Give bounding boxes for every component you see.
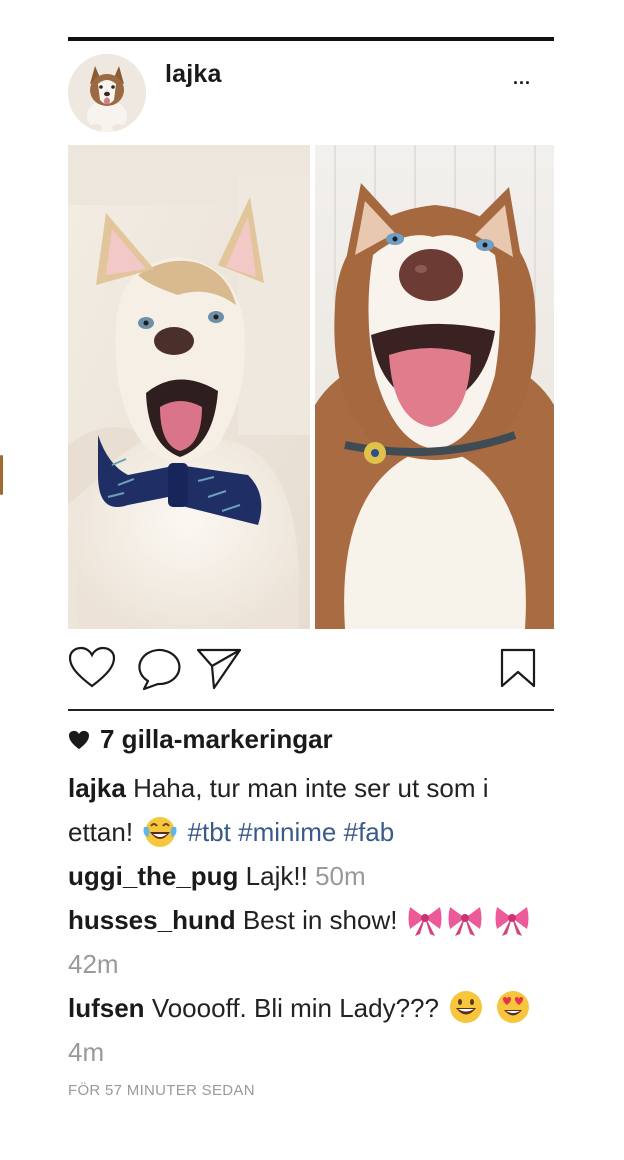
comment-text: Best in show!: [242, 905, 398, 935]
hashtag-tbt[interactable]: #tbt: [188, 817, 231, 847]
comment-text: Lajk!!: [245, 861, 308, 891]
comment-author[interactable]: uggi_the_pug: [68, 861, 238, 891]
ribbon-bow-icon: [408, 907, 442, 936]
ribbon-bow-icon: [448, 907, 482, 936]
adult-husky-photo-image: [315, 145, 554, 629]
more-options-button[interactable]: ...: [513, 68, 531, 89]
hashtag-minime[interactable]: #minime: [238, 817, 336, 847]
save-button[interactable]: [500, 648, 536, 688]
puppy-photo-image: [68, 145, 310, 629]
comment-time: 4m: [68, 1037, 105, 1067]
hashtag-fab[interactable]: #fab: [344, 817, 395, 847]
bookmark-icon: [500, 648, 536, 688]
heart-filled-icon: [69, 730, 89, 749]
grinning-face-icon: [450, 991, 483, 1023]
edge-artifact: [0, 455, 3, 495]
husky-avatar-image: [68, 54, 146, 132]
post-timestamp: FÖR 57 MINUTER SEDAN: [68, 1082, 255, 1099]
comments-section: lajka Haha, tur man inte ser ut som i et…: [68, 766, 554, 1074]
comment-author[interactable]: lufsen: [68, 993, 145, 1023]
comment-button[interactable]: [138, 647, 184, 691]
comment-item: uggi_the_pug Lajk!! 50m: [68, 854, 554, 898]
heart-eyes-face-icon: [497, 991, 530, 1023]
post-username[interactable]: lajka: [165, 60, 222, 89]
actions-divider: [68, 709, 554, 711]
paper-plane-icon: [196, 648, 242, 690]
caption: lajka Haha, tur man inte ser ut som i et…: [68, 766, 554, 854]
like-button[interactable]: [68, 646, 116, 690]
comment-author[interactable]: husses_hund: [68, 905, 236, 935]
likes-count[interactable]: 7 gilla-markeringar: [68, 724, 333, 755]
share-button[interactable]: [196, 646, 242, 690]
caption-author[interactable]: lajka: [68, 773, 126, 803]
top-divider: [68, 37, 554, 41]
ribbon-bow-icon: [495, 907, 529, 936]
likes-label: 7 gilla-markeringar: [100, 724, 333, 754]
photo-adult-husky[interactable]: [315, 145, 554, 629]
comment-text: Vooooff. Bli min Lady???: [151, 993, 439, 1023]
face-with-tears-of-joy-icon: [143, 817, 177, 847]
heart-outline-icon: [68, 646, 116, 688]
speech-bubble-icon: [138, 648, 181, 691]
avatar[interactable]: [68, 54, 146, 132]
photo-puppy[interactable]: [68, 145, 310, 629]
comment-time: 50m: [315, 861, 366, 891]
comment-item: husses_hund Best in show! 42m: [68, 898, 554, 986]
comment-item: lufsen Vooooff. Bli min Lady??? 4m: [68, 986, 554, 1074]
comment-time: 42m: [68, 949, 119, 979]
